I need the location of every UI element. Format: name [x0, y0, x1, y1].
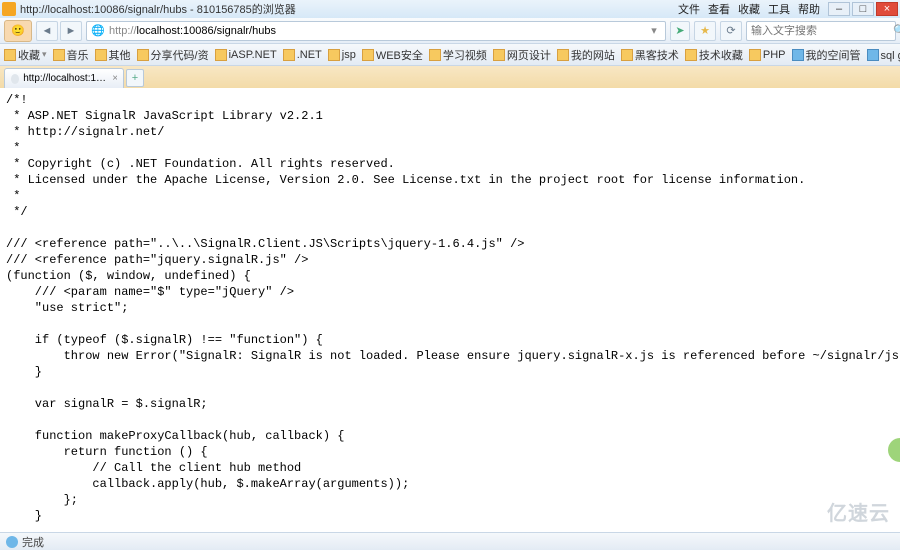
refresh-button[interactable]: ⟳ — [720, 21, 742, 41]
tab-bar: http://localhost:10086... × + — [0, 66, 900, 88]
go-button[interactable]: ➤ — [670, 21, 690, 41]
folder-icon — [137, 49, 149, 61]
bookmark-label: jsp — [342, 49, 356, 61]
browser-tab[interactable]: http://localhost:10086... × — [4, 68, 124, 88]
bookmark-item[interactable]: 技术收藏 — [685, 47, 743, 63]
chevron-down-icon: ▾ — [42, 49, 47, 60]
bookmarks-bar: 收藏▾ 音乐 其他 分享代码/资 iASP.NET .NET jsp WEB安全… — [0, 44, 900, 66]
bookmark-label: iASP.NET — [229, 49, 277, 61]
status-text: 完成 — [22, 534, 44, 550]
folder-icon — [215, 49, 227, 61]
folder-icon — [685, 49, 697, 61]
nav-buttons: ◄ ► — [36, 21, 82, 41]
search-box[interactable]: 🔍 — [746, 21, 896, 41]
page-icon — [792, 49, 804, 61]
title-bar: http://localhost:10086/signalr/hubs - 81… — [0, 0, 900, 18]
bookmark-label: 其他 — [109, 47, 131, 63]
bookmark-item[interactable]: WEB安全 — [362, 47, 423, 63]
source-code: /*! * ASP.NET SignalR JavaScript Library… — [6, 92, 894, 532]
status-bar: 完成 — [0, 532, 900, 550]
favorite-star-icon[interactable]: ★ — [694, 21, 716, 41]
user-avatar-icon[interactable]: 🙂 — [4, 20, 32, 42]
window-title: http://localhost:10086/signalr/hubs - 81… — [20, 1, 678, 17]
bookmark-label: 黑客技术 — [635, 47, 679, 63]
search-input[interactable] — [751, 25, 893, 37]
folder-icon — [749, 49, 761, 61]
tab-label: http://localhost:10086... — [23, 73, 108, 84]
bookmark-item[interactable]: 黑客技术 — [621, 47, 679, 63]
new-tab-button[interactable]: + — [126, 69, 144, 87]
bookmark-label: 收藏 — [18, 47, 40, 63]
page-content[interactable]: /*! * ASP.NET SignalR JavaScript Library… — [0, 88, 900, 532]
bookmark-label: 我的网站 — [571, 47, 615, 63]
url-dropdown-icon[interactable]: ▾ — [647, 24, 661, 37]
menu-favorites[interactable]: 收藏 — [738, 1, 760, 17]
app-icon — [2, 2, 16, 16]
bookmark-label: 我的空间管 — [806, 47, 861, 63]
star-icon — [4, 49, 16, 61]
bookmark-item[interactable]: jsp — [328, 49, 356, 61]
site-icon: 🌐 — [91, 24, 105, 38]
window-controls: – □ × — [828, 2, 898, 16]
search-icon[interactable]: 🔍 — [893, 24, 900, 37]
status-icon — [6, 536, 18, 548]
bookmark-label: 学习视频 — [443, 47, 487, 63]
bookmark-item[interactable]: .NET — [283, 49, 322, 61]
menu-tools[interactable]: 工具 — [768, 1, 790, 17]
folder-icon — [557, 49, 569, 61]
forward-button[interactable]: ► — [60, 21, 82, 41]
page-icon — [867, 49, 879, 61]
minimize-button[interactable]: – — [828, 2, 850, 16]
bookmark-label: PHP — [763, 49, 786, 61]
menu-file[interactable]: 文件 — [678, 1, 700, 17]
folder-icon — [283, 49, 295, 61]
bookmark-label: sql guid 例 — [881, 47, 900, 63]
folder-icon — [362, 49, 374, 61]
folder-icon — [621, 49, 633, 61]
bookmark-item[interactable]: 音乐 — [53, 47, 89, 63]
bookmark-item[interactable]: 我的空间管 — [792, 47, 861, 63]
folder-icon — [493, 49, 505, 61]
bookmark-label: WEB安全 — [376, 47, 423, 63]
bookmark-item[interactable]: 我的网站 — [557, 47, 615, 63]
menu-help[interactable]: 帮助 — [798, 1, 820, 17]
close-button[interactable]: × — [876, 2, 898, 16]
bookmark-item[interactable]: 网页设计 — [493, 47, 551, 63]
bookmark-item[interactable]: sql guid 例 — [867, 47, 900, 63]
url-prefix: http:// — [109, 25, 137, 37]
menu-bar: 文件 查看 收藏 工具 帮助 — [678, 1, 820, 17]
folder-icon — [429, 49, 441, 61]
back-button[interactable]: ◄ — [36, 21, 58, 41]
folder-icon — [53, 49, 65, 61]
bookmark-item[interactable]: 其他 — [95, 47, 131, 63]
url-input[interactable] — [137, 25, 647, 37]
bookmark-label: 分享代码/资 — [151, 47, 209, 63]
bookmark-label: 音乐 — [67, 47, 89, 63]
menu-view[interactable]: 查看 — [708, 1, 730, 17]
bookmark-label: .NET — [297, 49, 322, 61]
folder-icon — [95, 49, 107, 61]
url-box[interactable]: 🌐 http:// ▾ — [86, 21, 666, 41]
address-bar: 🙂 ◄ ► 🌐 http:// ▾ ➤ ★ ⟳ 🔍 — [0, 18, 900, 44]
tab-favicon — [11, 74, 19, 84]
maximize-button[interactable]: □ — [852, 2, 874, 16]
bookmark-item[interactable]: PHP — [749, 49, 786, 61]
bookmark-label: 网页设计 — [507, 47, 551, 63]
bookmark-item[interactable]: 分享代码/资 — [137, 47, 209, 63]
folder-icon — [328, 49, 340, 61]
bookmark-label: 技术收藏 — [699, 47, 743, 63]
bookmark-item[interactable]: iASP.NET — [215, 49, 277, 61]
bookmark-favorites[interactable]: 收藏▾ — [4, 47, 47, 63]
watermark-text: 亿速云 — [827, 497, 890, 526]
tab-close-icon[interactable]: × — [112, 73, 117, 84]
bookmark-item[interactable]: 学习视频 — [429, 47, 487, 63]
